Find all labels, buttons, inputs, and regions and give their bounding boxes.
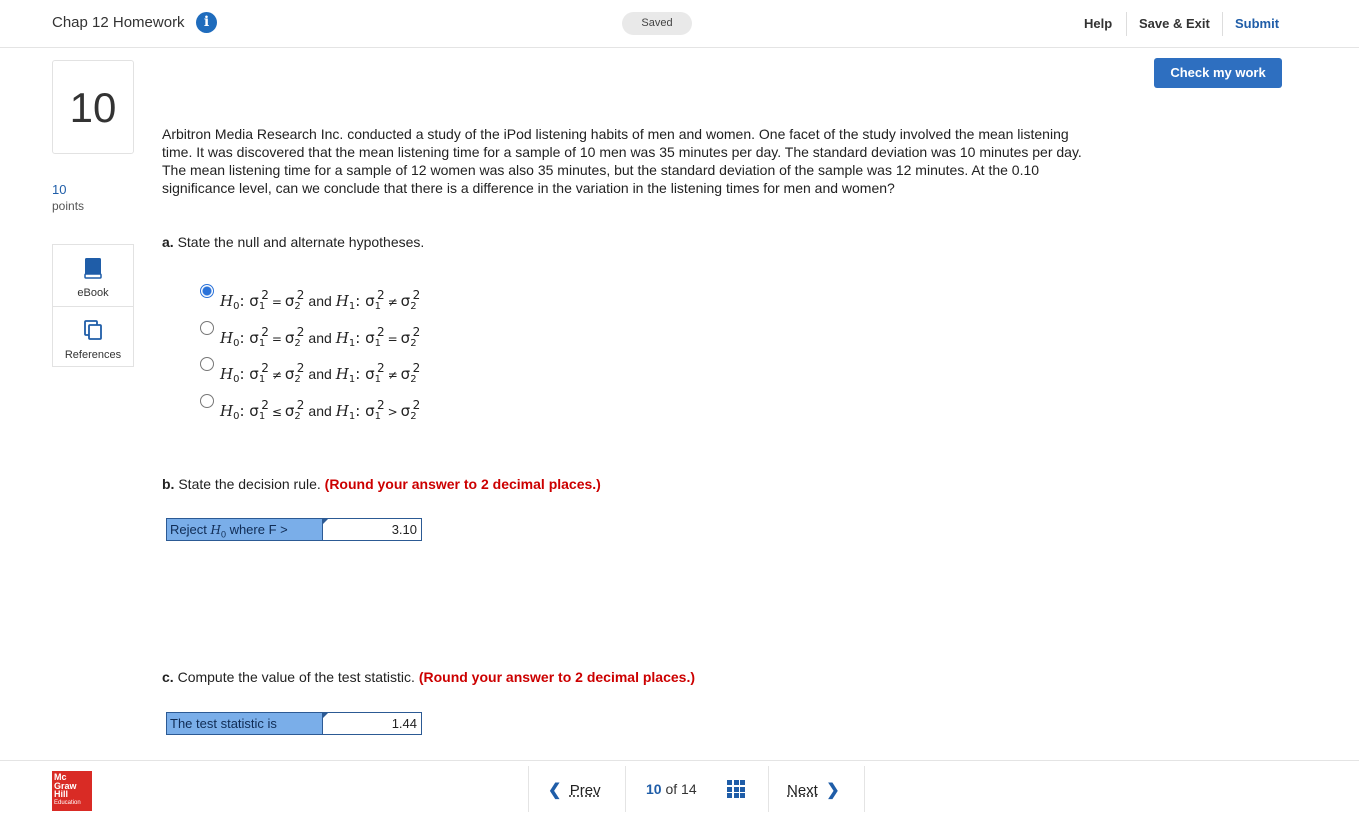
header-divider: [1222, 12, 1223, 36]
part-b-prompt: b. State the decision rule. (Round your …: [162, 476, 601, 492]
ebook-button[interactable]: eBook: [52, 244, 134, 306]
mcgraw-hill-logo: Mc Graw Hill Education: [52, 771, 92, 811]
save-exit-link[interactable]: Save & Exit: [1139, 16, 1210, 31]
and-text: and: [308, 403, 332, 419]
prev-label: Prev: [569, 782, 601, 799]
documents-icon: [84, 320, 102, 340]
hypothesis-expression: H0: σ12 ≠ σ22 and H1: σ12 ≠ σ22: [220, 361, 421, 385]
part-c-note: (Round your answer to 2 decimal places.): [418, 669, 695, 685]
question-number: 10: [52, 60, 134, 154]
footer-divider: [768, 766, 769, 812]
hypothesis-expression: H0: σ12 = σ22 and H1: σ12 ≠ σ22: [220, 288, 421, 312]
part-a-prompt: a. State the null and alternate hypothes…: [162, 234, 424, 250]
radio-button[interactable]: [200, 394, 214, 408]
logo-line: Hill: [54, 789, 69, 799]
hypothesis-option[interactable]: H0: σ12 ≠ σ22 and H1: σ12 ≠ σ22: [200, 357, 420, 385]
and-text: and: [308, 330, 332, 346]
footer-divider: [864, 766, 865, 812]
decision-rule-label: Reject H0 where F >: [167, 519, 323, 540]
decision-rule-row: Reject H0 where F > 3.10: [166, 518, 422, 541]
part-c-text: Compute the value of the test statistic.: [177, 669, 415, 685]
book-icon: [84, 258, 102, 279]
grid-icon[interactable]: [727, 780, 745, 798]
assignment-title: Chap 12 Homework: [52, 14, 185, 31]
header-divider: [1126, 12, 1127, 36]
help-link[interactable]: Help: [1084, 16, 1112, 31]
and-text: and: [308, 293, 332, 309]
total-pages: 14: [681, 781, 697, 797]
decision-rule-suffix: where F >: [225, 522, 288, 537]
info-icon[interactable]: i: [196, 12, 217, 33]
points-value: 10: [52, 182, 67, 197]
h0-operator: =: [271, 295, 282, 309]
current-page: 10: [646, 781, 662, 797]
part-b-label: b.: [162, 476, 175, 492]
hypothesis-option[interactable]: H0: σ12 = σ22 and H1: σ12 = σ22: [200, 321, 420, 349]
footer-divider: [528, 766, 529, 812]
test-statistic-input[interactable]: 1.44: [323, 713, 421, 734]
part-b-text: State the decision rule.: [178, 476, 321, 492]
h0-operator: ≤: [271, 405, 282, 419]
page-indicator: 10 of 14: [646, 781, 697, 797]
decision-rule-prefix: Reject: [170, 522, 211, 537]
radio-button[interactable]: [200, 357, 214, 371]
test-statistic-row: The test statistic is 1.44: [166, 712, 422, 735]
points-label: points: [52, 199, 85, 213]
check-my-work-button[interactable]: Check my work: [1154, 58, 1282, 88]
h1-operator: =: [387, 332, 398, 346]
h0-operator: =: [271, 332, 282, 346]
question-text: Arbitron Media Research Inc. conducted a…: [162, 126, 1082, 196]
next-label: Next: [787, 782, 818, 799]
chevron-right-icon: ❯: [826, 782, 840, 799]
h1-operator: >: [387, 405, 398, 419]
hypothesis-expression: H0: σ12 = σ22 and H1: σ12 = σ22: [220, 325, 421, 349]
next-button[interactable]: Next ❯: [787, 780, 840, 800]
footer-divider: [625, 766, 626, 812]
part-a-label: a.: [162, 234, 174, 250]
top-bar: Chap 12 Homework i Saved Help Save & Exi…: [0, 0, 1359, 48]
hypothesis-expression: H0: σ12 ≤ σ22 and H1: σ12 > σ22: [220, 398, 421, 422]
h1-operator: ≠: [387, 295, 398, 309]
of-label: of: [665, 781, 678, 797]
part-b-note: (Round your answer to 2 decimal places.): [324, 476, 601, 492]
and-text: and: [308, 366, 332, 382]
ebook-label: eBook: [77, 287, 109, 299]
decision-rule-h: H: [210, 523, 221, 537]
saved-status-badge: Saved: [622, 12, 692, 35]
h1-operator: ≠: [387, 368, 398, 382]
prev-button[interactable]: ❮ Prev: [548, 780, 601, 800]
hypothesis-option[interactable]: H0: σ12 ≤ σ22 and H1: σ12 > σ22: [200, 394, 420, 422]
part-c-prompt: c. Compute the value of the test statist…: [162, 669, 695, 685]
part-c-label: c.: [162, 669, 174, 685]
chevron-left-icon: ❮: [548, 782, 562, 799]
h0-operator: ≠: [271, 368, 282, 382]
test-statistic-label: The test statistic is: [167, 713, 323, 734]
critical-value-input[interactable]: 3.10: [323, 519, 421, 540]
submit-link[interactable]: Submit: [1235, 16, 1279, 31]
references-button[interactable]: References: [52, 306, 134, 367]
hypothesis-option[interactable]: H0: σ12 = σ22 and H1: σ12 ≠ σ22: [200, 284, 420, 312]
radio-button[interactable]: [200, 284, 214, 298]
references-label: References: [64, 349, 122, 361]
logo-line: Education: [54, 799, 81, 806]
part-a-text: State the null and alternate hypotheses.: [177, 234, 425, 250]
radio-button[interactable]: [200, 321, 214, 335]
